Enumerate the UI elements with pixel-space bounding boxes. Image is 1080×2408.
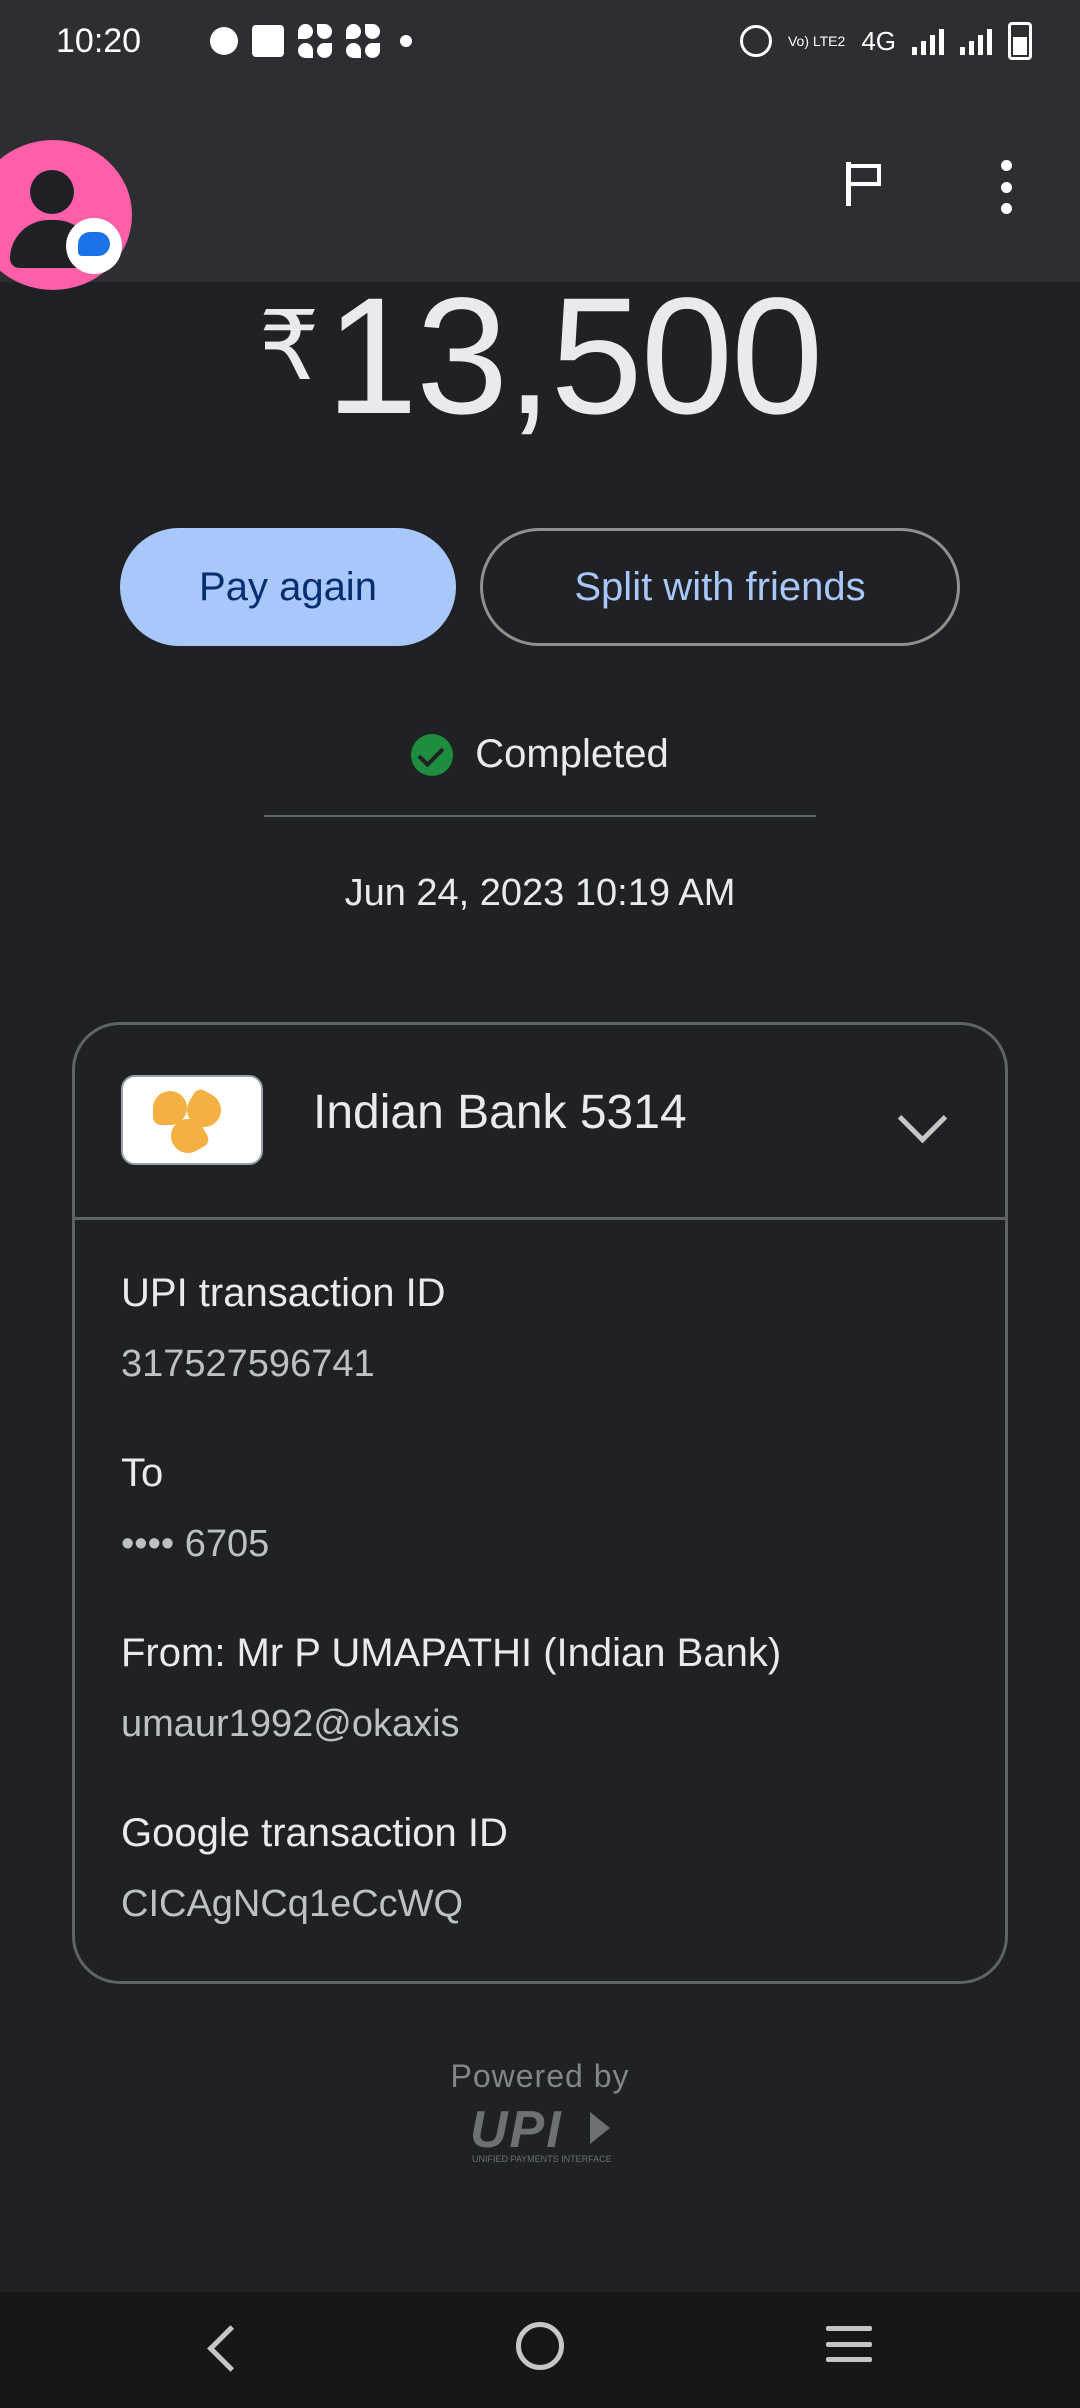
chat-notification-icon bbox=[210, 27, 238, 55]
status-bar: 10:20 Vo) LTE2 4G bbox=[0, 0, 1080, 90]
upi-logo: UPI UNIFIED PAYMENTS INTERFACE bbox=[470, 2101, 612, 2164]
upi-transaction-id-label: UPI transaction ID bbox=[121, 1271, 446, 1315]
recents-icon[interactable] bbox=[826, 2326, 872, 2362]
bank-account-row[interactable]: Indian Bank 5314 bbox=[75, 1025, 1005, 1220]
fan-notification-icon bbox=[346, 24, 380, 58]
status-text: Completed bbox=[475, 732, 669, 776]
bank-name: Indian Bank 5314 bbox=[313, 1086, 687, 1139]
indian-bank-logo-icon bbox=[121, 1075, 263, 1165]
chevron-down-icon[interactable] bbox=[897, 1093, 948, 1144]
more-options-icon[interactable] bbox=[996, 160, 1016, 214]
back-icon[interactable] bbox=[207, 2325, 254, 2372]
transaction-details-card: Indian Bank 5314 UPI transaction ID 3175… bbox=[72, 1022, 1008, 1984]
alarm-icon bbox=[739, 25, 772, 57]
powered-by-text: Powered by bbox=[450, 2058, 630, 2094]
check-circle-icon bbox=[411, 733, 454, 776]
home-icon[interactable] bbox=[516, 2322, 564, 2370]
transaction-datetime: Jun 24, 2023 10:19 AM bbox=[344, 872, 736, 914]
transaction-amount: ₹13,500 bbox=[0, 262, 1080, 452]
signal-icon bbox=[912, 27, 944, 55]
currency-symbol: ₹ bbox=[258, 293, 320, 400]
transaction-status: Completed bbox=[0, 732, 1080, 777]
pay-again-button[interactable]: Pay again bbox=[120, 528, 456, 646]
system-navigation-bar bbox=[0, 2292, 1080, 2408]
to-value: •••• 6705 bbox=[121, 1523, 270, 1565]
google-transaction-id-label: Google transaction ID bbox=[121, 1811, 508, 1855]
top-app-bar bbox=[0, 90, 1080, 282]
flag-icon[interactable] bbox=[846, 162, 886, 206]
divider bbox=[264, 815, 816, 817]
from-label: From: Mr P UMAPATHI (Indian Bank) bbox=[121, 1631, 782, 1675]
notification-icons bbox=[210, 24, 412, 58]
upi-transaction-id-value: 317527596741 bbox=[121, 1343, 375, 1385]
to-label: To bbox=[121, 1451, 164, 1495]
split-with-friends-button[interactable]: Split with friends bbox=[480, 528, 960, 646]
amount-value: 13,500 bbox=[325, 264, 824, 449]
from-value: umaur1992@okaxis bbox=[121, 1703, 460, 1745]
volte-indicator: Vo) LTE2 bbox=[787, 33, 846, 49]
status-time: 10:20 bbox=[56, 22, 142, 60]
document-notification-icon bbox=[252, 25, 284, 57]
system-status-icons: Vo) LTE2 4G bbox=[739, 22, 1032, 60]
battery-icon bbox=[1008, 22, 1032, 60]
person-icon bbox=[30, 170, 74, 214]
fan-notification-icon bbox=[298, 24, 332, 58]
more-notifications-dot-icon bbox=[400, 35, 412, 47]
messages-badge-icon bbox=[66, 218, 122, 274]
google-transaction-id-value: CICAgNCq1eCcWQ bbox=[121, 1883, 464, 1925]
network-type: 4G bbox=[861, 25, 896, 56]
signal-icon bbox=[960, 27, 992, 55]
